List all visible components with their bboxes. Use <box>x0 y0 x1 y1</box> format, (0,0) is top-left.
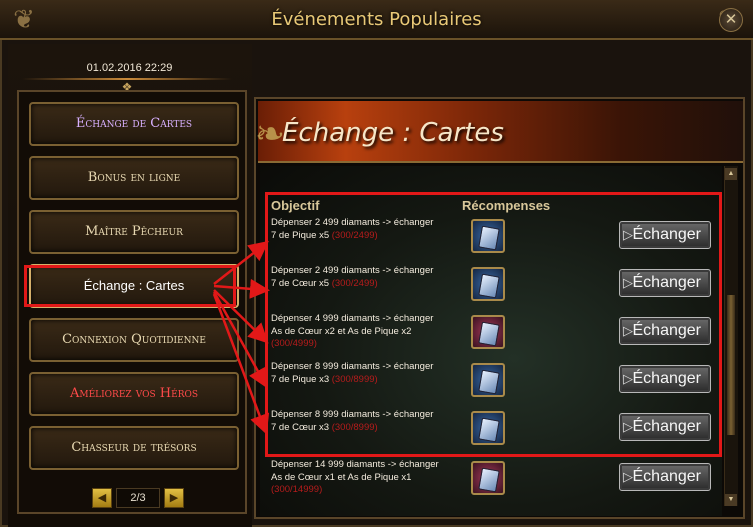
exchange-button[interactable]: Échanger <box>619 463 711 491</box>
close-icon[interactable]: ✕ <box>719 8 743 32</box>
window-title: Événements Populaires <box>271 9 482 30</box>
annotation-box-current-item <box>24 265 236 307</box>
scroll-thumb[interactable] <box>727 295 735 435</box>
reward-card-icon[interactable] <box>471 461 505 495</box>
next-page-button[interactable]: ▶ <box>164 488 184 508</box>
menu-item-maitre-pecheur[interactable]: Maître Pêcheur <box>29 210 239 254</box>
objective-progress: (300/14999) <box>271 484 323 495</box>
annotation-box-reward-list <box>265 192 722 457</box>
server-datetime: 01.02.2016 22:29 <box>86 62 173 74</box>
menu-item-connexion-quotidienne[interactable]: Connexion Quotidienne <box>29 318 239 362</box>
scroll-up-icon[interactable]: ▲ <box>725 168 737 180</box>
title-bar: ❦ Événements Populaires ❦ ✕ <box>0 0 753 40</box>
reward-row: Dépenser 14 999 diamants -> échanger As … <box>270 459 720 505</box>
menu-item-echange-de-cartes[interactable]: Échange de Cartes <box>29 102 239 146</box>
pager: ◀ 2/3 ▶ <box>86 488 186 510</box>
previous-page-button[interactable]: ◀ <box>92 488 112 508</box>
banner-title: Échange : Cartes <box>282 118 504 148</box>
scroll-down-icon[interactable]: ▼ <box>725 494 737 506</box>
page-indicator: 2/3 <box>116 488 160 508</box>
menu-item-ameliorez-vos-heros[interactable]: Améliorez vos Héros <box>29 372 239 416</box>
objective-text: Dépenser 14 999 diamants -> échanger As … <box>271 459 439 495</box>
menu-item-chasseur-de-tresors[interactable]: Chasseur de trésors <box>29 426 239 470</box>
menu-item-bonus-en-ligne[interactable]: Bonus en ligne <box>29 156 239 200</box>
